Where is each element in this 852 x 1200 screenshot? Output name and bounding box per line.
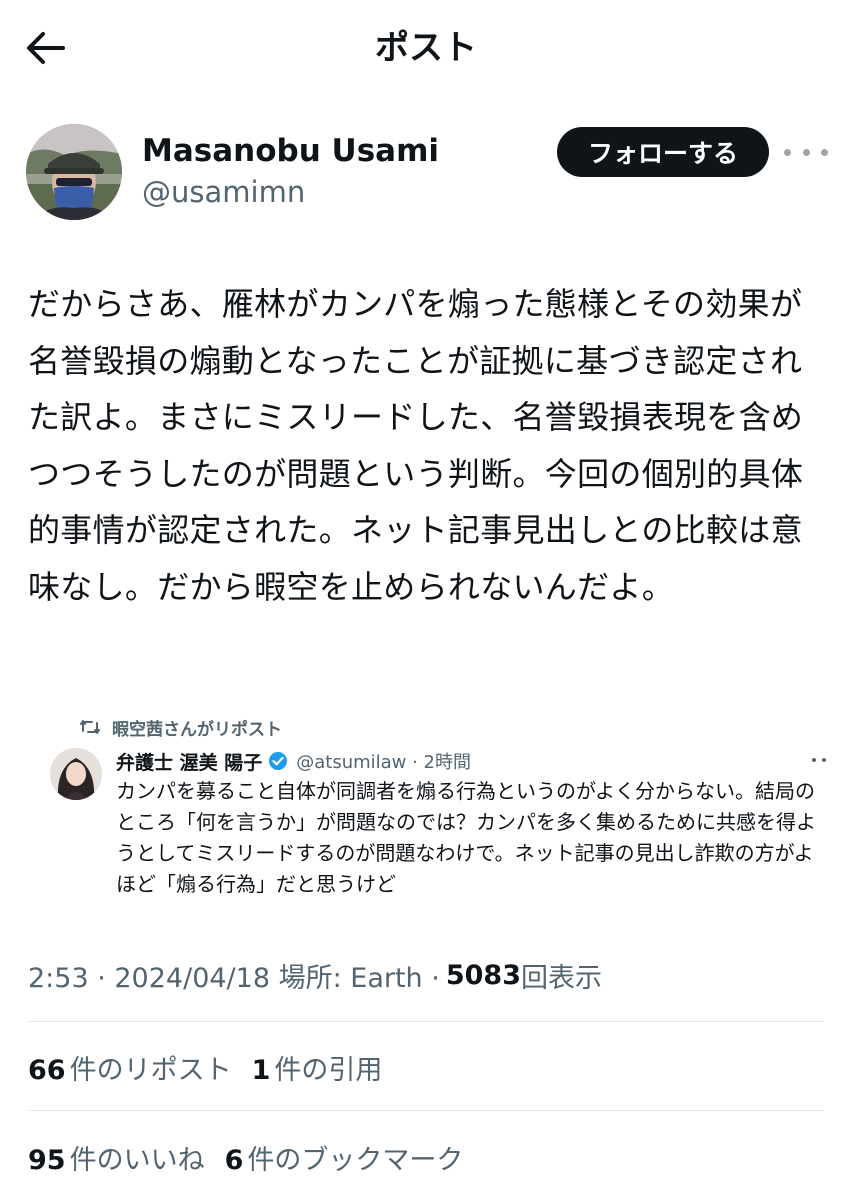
divider xyxy=(28,1021,824,1022)
bookmarks-label: 件のブックマーク xyxy=(247,1144,464,1176)
reposts-link[interactable]: 66 件のリポスト xyxy=(28,1048,232,1087)
embedded-handle-time: @atsumilaw · 2時間 xyxy=(296,752,472,773)
reposts-count: 66 xyxy=(28,1054,66,1086)
more-options-button[interactable] xyxy=(784,138,828,166)
embedded-post-text: カンパを募ること自体が同調者を煽る行為というのがよく分からない。結局のところ「何… xyxy=(116,779,816,896)
embedded-header: 弁護士 渥美 陽子 @atsumilaw · 2時間 xyxy=(116,746,471,776)
author-display-name[interactable]: Masanobu Usami xyxy=(142,130,439,172)
repost-stats-row: 66 件のリポスト 1 件の引用 xyxy=(28,1044,382,1090)
embedded-post-image[interactable]: 暇空茜さんがリポスト 弁護士 渥美 陽子 @atsumilaw · 2時間 カン… xyxy=(44,712,834,902)
likes-count: 95 xyxy=(28,1144,66,1176)
post-text: だからさあ、雁林がカンパを煽った態様とその効果が名誉毀損の煽動となったことが証拠… xyxy=(28,285,804,606)
author-handle[interactable]: @usamimn xyxy=(142,172,305,212)
embedded-more-icon xyxy=(812,758,826,764)
quotes-count: 1 xyxy=(251,1054,271,1086)
likes-label: 件のいいね xyxy=(69,1144,205,1176)
repost-context: 暇空茜さんがリポスト xyxy=(80,712,282,742)
repost-icon xyxy=(80,719,100,735)
divider xyxy=(28,1110,824,1111)
repost-context-label: 暇空茜さんがリポスト xyxy=(112,719,282,740)
bookmarks-count: 6 xyxy=(224,1144,244,1176)
quotes-label: 件の引用 xyxy=(274,1054,383,1086)
page-title: ポスト xyxy=(375,28,477,68)
embedded-author-name: 弁護士 渥美 陽子 xyxy=(116,751,263,774)
quotes-link[interactable]: 1 件の引用 xyxy=(252,1048,383,1087)
like-stats-row: 95 件のいいね 6 件のブックマーク xyxy=(28,1134,463,1180)
views-count: 5083 xyxy=(445,959,521,991)
top-bar: ポスト xyxy=(0,0,852,100)
verified-badge-icon xyxy=(268,751,288,771)
reposts-label: 件のリポスト xyxy=(69,1054,232,1086)
views-label: 回表示 xyxy=(521,962,602,994)
likes-link[interactable]: 95 件のいいね xyxy=(28,1138,205,1177)
bookmarks-link[interactable]: 6 件のブックマーク xyxy=(225,1138,464,1177)
post-meta: 2:53 · 2024/04/18 場所: Earth · 5083 回表示 xyxy=(28,952,602,998)
more-dots-icon xyxy=(784,148,791,156)
author-avatar[interactable] xyxy=(26,124,122,220)
follow-button[interactable]: フォローする xyxy=(557,127,769,177)
embedded-avatar xyxy=(50,748,102,800)
post-timestamp-location: 2:53 · 2024/04/18 場所: Earth · xyxy=(28,962,440,994)
